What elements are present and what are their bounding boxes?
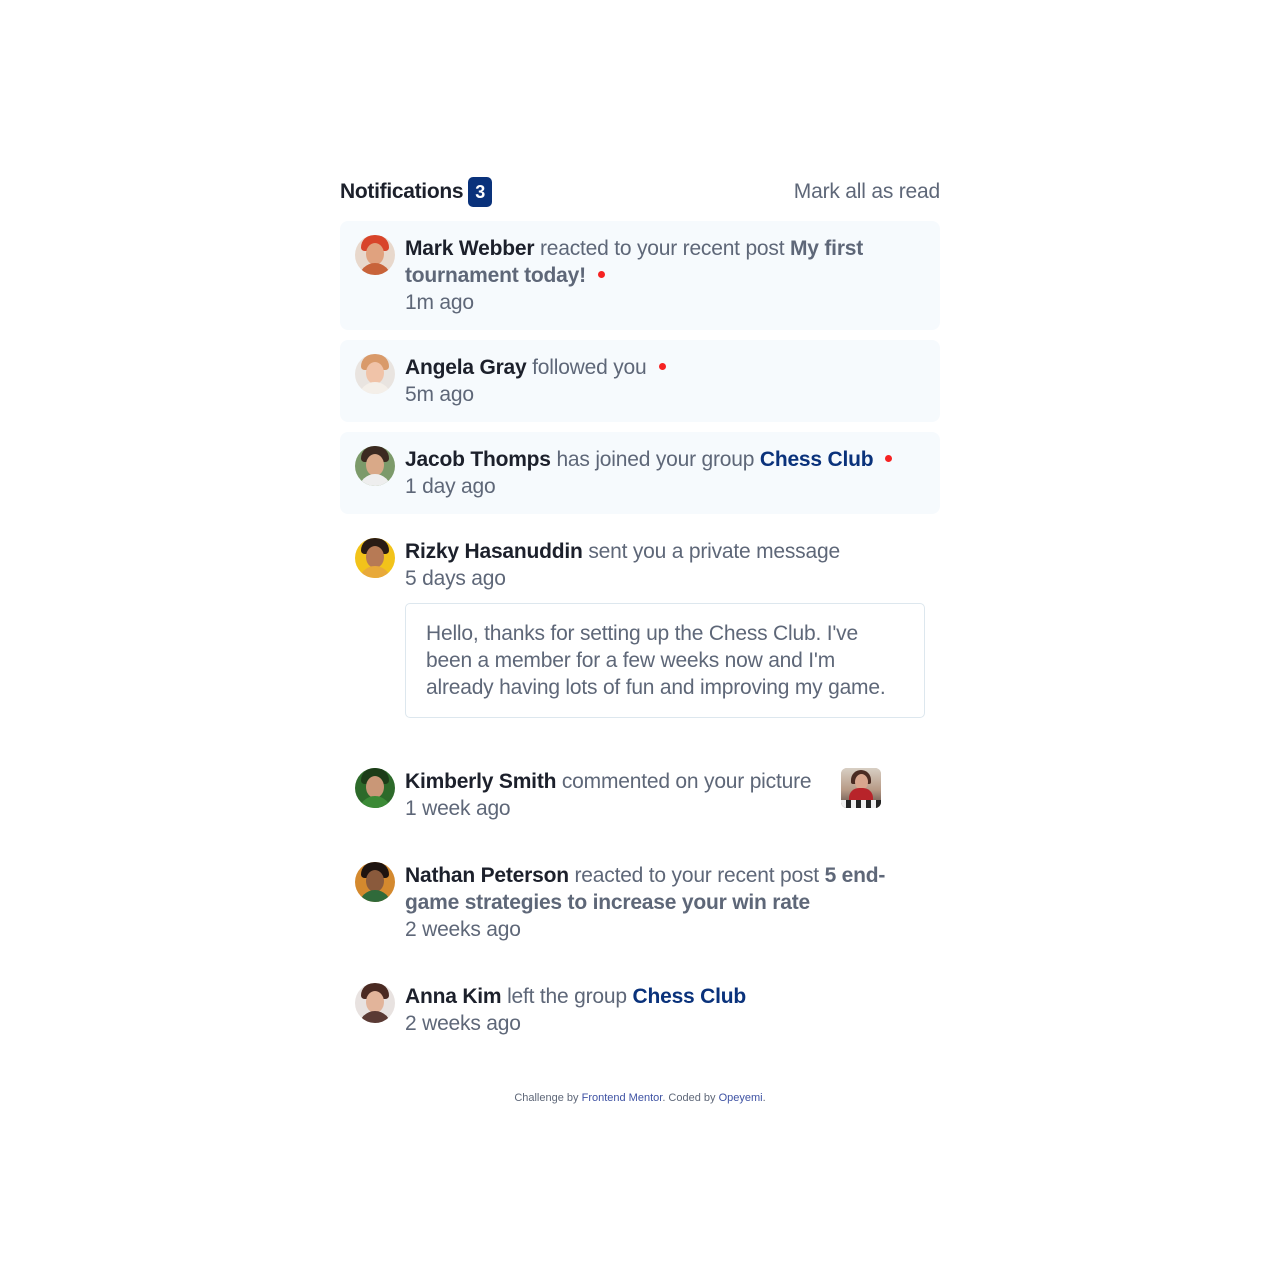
unread-count-badge: 3 [468,177,493,207]
user-name[interactable]: Angela Gray [405,356,527,379]
avatar-nathan-peterson-icon[interactable] [355,862,395,902]
avatar-body [359,890,391,902]
avatar-body [359,474,391,486]
avatar-face [366,991,384,1013]
notification-item[interactable]: Jacob Thomps has joined your group Chess… [340,432,940,514]
group-link[interactable]: Chess Club [633,985,747,1008]
notification-list: Mark Webber reacted to your recent post … [340,221,940,1051]
notification-item[interactable]: Kimberly Smith commented on your picture… [340,754,940,836]
avatar-face [366,362,384,384]
avatar-face [366,243,384,265]
timestamp: 1m ago [405,291,474,314]
user-name[interactable]: Rizky Hasanuddin [405,540,583,563]
avatar-face [366,546,384,568]
unread-dot [658,362,666,370]
attribution-footer: Challenge by Frontend Mentor. Coded by O… [0,1092,1280,1104]
avatar-kimberly-smith-icon[interactable] [355,768,395,808]
user-name[interactable]: Nathan Peterson [405,864,569,887]
avatar-body [359,566,391,578]
timestamp: 2 weeks ago [405,918,521,941]
unread-dot [885,454,893,462]
avatar-mark-webber-icon[interactable] [355,235,395,275]
avatar-face [366,454,384,476]
timestamp: 2 weeks ago [405,1012,521,1035]
unread-dot [597,270,605,278]
avatar-face [366,776,384,798]
user-name[interactable]: Anna Kim [405,985,502,1008]
title-group: Notifications 3 [340,177,493,207]
notification-action: reacted to your recent post [539,237,785,260]
notification-content: Jacob Thomps has joined your group Chess… [405,446,925,500]
user-name[interactable]: Mark Webber [405,237,534,260]
avatar-face [366,870,384,892]
timestamp: 5 days ago [405,567,506,590]
notification-content: Nathan Peterson reacted to your recent p… [405,862,925,943]
user-name[interactable]: Jacob Thomps [405,448,551,471]
author-link[interactable]: Opeyemi [719,1092,763,1104]
avatar-anna-kim-icon[interactable] [355,983,395,1023]
chess-picture-thumbnail-icon[interactable] [841,768,881,808]
frontend-mentor-link[interactable]: Frontend Mentor [582,1092,663,1104]
timestamp: 5m ago [405,383,474,406]
avatar-body [359,1011,391,1023]
notification-action: left the group [507,985,627,1008]
private-message[interactable]: Hello, thanks for setting up the Chess C… [405,603,925,718]
avatar-body [359,263,391,275]
picture-chessboard [841,800,881,808]
notification-item[interactable]: Anna Kim left the group Chess Club 2 wee… [340,969,940,1051]
page-title: Notifications [340,180,464,203]
picture-shirt [849,788,873,800]
avatar-rizky-hasanuddin-icon[interactable] [355,538,395,578]
avatar-angela-gray-icon[interactable] [355,354,395,394]
notifications-header: Notifications 3 Mark all as read [340,170,940,214]
notification-item[interactable]: Rizky Hasanuddin sent you a private mess… [340,524,940,732]
mark-all-as-read-button[interactable]: Mark all as read [794,180,940,204]
notification-content: Rizky Hasanuddin sent you a private mess… [405,538,925,718]
user-name[interactable]: Kimberly Smith [405,770,556,793]
credit-suffix: . [762,1092,766,1104]
notification-action: reacted to your recent post [574,864,820,887]
credit-prefix: Challenge by [514,1092,579,1104]
credit-middle: . Coded by [662,1092,716,1104]
notification-action: sent you a private message [588,540,840,563]
notification-action: has joined your group [556,448,755,471]
notification-action: commented on your picture [561,770,812,793]
notification-action: followed you [532,356,647,379]
notification-item[interactable]: Nathan Peterson reacted to your recent p… [340,848,940,957]
group-link[interactable]: Chess Club [760,448,874,471]
avatar-body [359,796,391,808]
timestamp: 1 day ago [405,475,496,498]
notifications-panel: Notifications 3 Mark all as read Mark We… [340,170,940,1061]
avatar-body [359,382,391,394]
notification-content: Mark Webber reacted to your recent post … [405,235,925,316]
notification-item[interactable]: Mark Webber reacted to your recent post … [340,221,940,330]
notification-content: Anna Kim left the group Chess Club 2 wee… [405,983,925,1037]
notification-content: Angela Gray followed you 5m ago [405,354,925,408]
avatar-jacob-thomps-icon[interactable] [355,446,395,486]
notification-item[interactable]: Angela Gray followed you 5m ago [340,340,940,422]
